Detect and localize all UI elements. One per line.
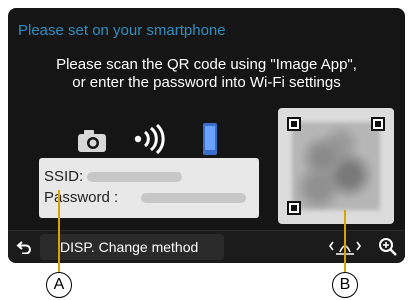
- password-row: Password :: [44, 189, 118, 206]
- back-icon[interactable]: [16, 240, 32, 254]
- ssid-row: SSID:: [44, 168, 83, 185]
- disp-change-method-button[interactable]: DISP. Change method: [40, 234, 224, 260]
- zoom-icon[interactable]: [378, 236, 398, 258]
- qr-finder-top-right: [371, 117, 385, 131]
- qr-code: [278, 108, 394, 224]
- qr-finder-top-left: [287, 117, 301, 131]
- callout-a-label: A: [46, 272, 72, 298]
- smartphone-icon: [203, 123, 217, 155]
- instruction-line-2: or enter the password into Wi-Fi setting…: [72, 74, 341, 91]
- ssid-value-blurred: [87, 172, 182, 182]
- screen-title: Please set on your smartphone: [18, 22, 226, 39]
- password-value-blurred: [141, 193, 246, 203]
- callout-b-line: [344, 210, 346, 272]
- ssid-label: SSID:: [44, 168, 84, 185]
- wifi-signal-icon: [134, 124, 165, 154]
- qr-finder-bottom-left: [287, 201, 301, 215]
- disp-change-method-label: DISP. Change method: [60, 239, 199, 255]
- camera-icon: [78, 130, 106, 152]
- network-info-box: SSID: Password :: [39, 158, 259, 218]
- instruction-line-1: Please scan the QR code using "Image App…: [56, 56, 357, 73]
- connection-icons: [76, 118, 246, 160]
- instruction-message: Please scan the QR code using "Image App…: [34, 56, 379, 92]
- callout-a-line: [58, 190, 60, 272]
- password-label: Password :: [44, 189, 119, 206]
- callout-b-label: B: [332, 272, 358, 298]
